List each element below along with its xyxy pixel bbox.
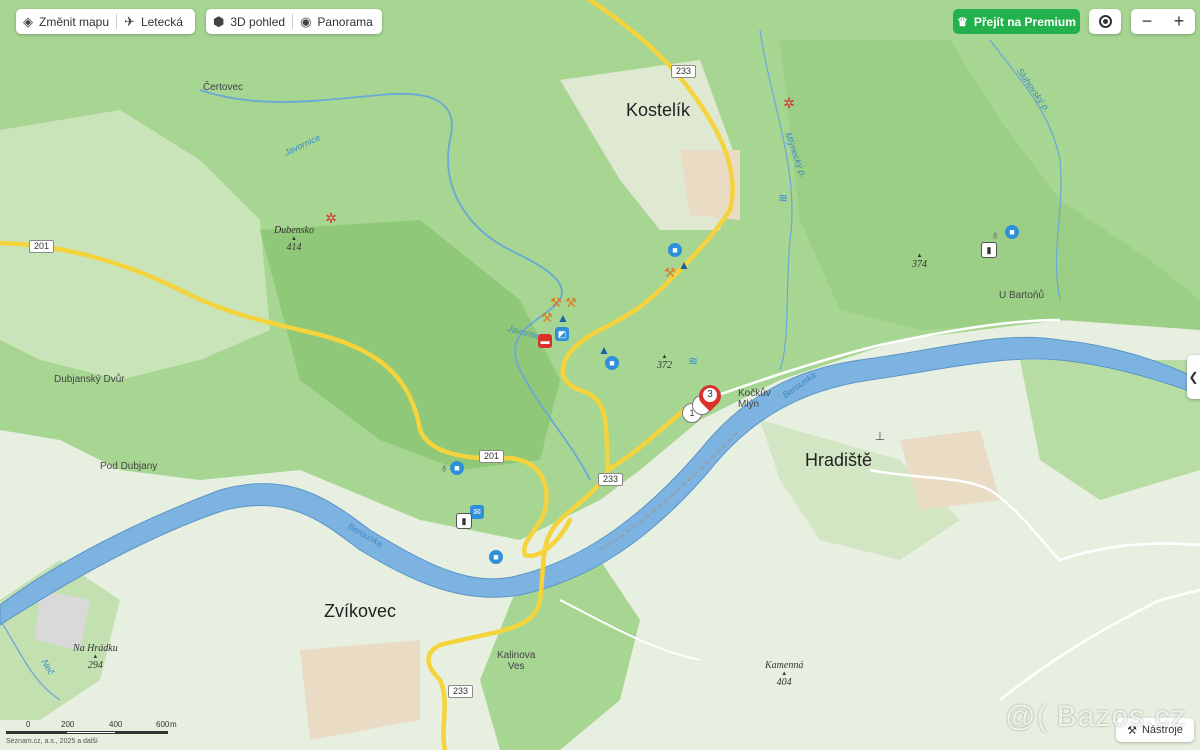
road-shield-201: 201 (479, 450, 505, 463)
bus-stop-icon[interactable]: ■ (450, 461, 464, 475)
memorial-icon[interactable]: ♁ (437, 461, 451, 475)
aerial-label: Letecká (140, 14, 183, 29)
scale-segment (116, 731, 168, 734)
peak-374: ▲ 374 (912, 253, 927, 270)
scale-tick-400: 400 (109, 720, 123, 729)
place-kostelik: Kostelík (626, 100, 691, 120)
place-pod-dubjany: Pod Dubjany (100, 461, 158, 472)
camp-icon[interactable]: ▲ (677, 258, 691, 272)
crown-icon: ♛ (957, 14, 968, 29)
mine-icon[interactable]: ⚒ (540, 310, 554, 325)
zoom-out-button[interactable]: − (1131, 9, 1163, 34)
field (35, 590, 90, 650)
road-shield-201: 201 (29, 240, 55, 253)
road-shield-233: 233 (448, 685, 474, 698)
scale-tick-0: 0 (26, 720, 31, 729)
place-kalinova-line2: Ves (507, 661, 525, 672)
mine-icon[interactable]: ⚒ (564, 295, 578, 310)
map-canvas[interactable]: Kostelík Hradiště Zvíkovec Čertovec Dubj… (0, 0, 1200, 750)
place-dubjansky-dvur: Dubjanský Dvůr (54, 374, 125, 385)
scale-segment (66, 731, 116, 734)
place-hradiste: Hradiště (805, 450, 873, 470)
panorama-label: Panorama (317, 14, 373, 29)
premium-button[interactable]: ♛ Přejít na Premium (953, 9, 1080, 34)
camp-icon[interactable]: ▲ (556, 311, 570, 325)
scale-tick-200: 200 (61, 720, 75, 729)
place-kockuv-mlyn-line1: Kočkův (738, 388, 771, 399)
change-map-label: Změnit mapu (39, 14, 110, 29)
peak-372-elevation: 372 (657, 360, 672, 371)
peak-374-elevation: 374 (912, 259, 927, 270)
bus-stop-icon[interactable]: ■ (489, 550, 503, 564)
viewpoint-icon[interactable]: ✲ (782, 95, 796, 111)
place-kockuv-mlyn: Kočkův Mlýn (738, 388, 771, 410)
road-shield-233: 233 (598, 473, 624, 486)
memorial-icon[interactable]: ♁ (988, 228, 1002, 242)
restaurant-icon[interactable]: ▬ (538, 334, 552, 348)
scale-tick-600: 600 (156, 720, 170, 729)
place-kockuv-mlyn-line2: Mlýn (738, 399, 760, 410)
peak-kamenna-name: Kamenná (765, 660, 804, 671)
viewpoint-icon[interactable]: ✲ (324, 210, 338, 226)
swimming-icon[interactable]: ≋ (686, 354, 700, 368)
place-kalinova-ves: Kalinova Ves (497, 650, 535, 672)
peak-na-hradku: Na Hrádku ▲ 294 (73, 643, 118, 671)
peak-dubensko-name: Dubensko (274, 225, 314, 236)
chapel-icon[interactable]: ▮ (981, 242, 997, 258)
map-base (0, 0, 1200, 750)
peak-kamenna: Kamenná ▲ 404 (765, 660, 803, 688)
place-zvikovec: Zvíkovec (324, 601, 397, 621)
mine-icon[interactable]: ⚒ (549, 295, 563, 310)
panorama-button[interactable]: ◉ Panorama (293, 9, 380, 34)
side-panel-toggle[interactable]: ❮ (1187, 355, 1200, 399)
cube-icon: ⬢ (213, 13, 225, 29)
location-target-button[interactable] (1089, 9, 1121, 34)
3d-view-label: 3D pohled (230, 14, 286, 29)
scale-unit: m (170, 720, 177, 729)
peak-na-hradku-name: Na Hrádku (73, 643, 118, 654)
marker-cluster[interactable]: 1 3 (682, 380, 726, 429)
post-office-icon[interactable]: ✉ (470, 505, 484, 519)
peak-372: ▲ 372 (657, 354, 672, 371)
bus-stop-icon[interactable]: ■ (605, 356, 619, 370)
shelter-icon[interactable]: ◩ (555, 327, 569, 341)
plane-icon: ✈ (124, 13, 135, 29)
swimming-icon[interactable]: ≋ (776, 191, 790, 205)
bus-stop-icon[interactable]: ■ (1005, 225, 1019, 239)
zoom-control: − + (1131, 9, 1195, 34)
mine-icon[interactable]: ⚒ (663, 265, 677, 280)
place-certovec: Čertovec (203, 82, 244, 93)
map-copyright: Seznam.cz, a.s., 2025 a další (6, 738, 98, 745)
location-target-icon (1098, 15, 1112, 28)
scale-bar: 0 200 400 600 m Seznam.cz, a.s., 2025 a … (6, 720, 177, 748)
change-map-button[interactable]: ◈ Změnit mapu (16, 9, 116, 34)
3d-view-button[interactable]: ⬢ 3D pohled (206, 9, 292, 34)
place-kalinova-line1: Kalinova (497, 650, 536, 661)
place-u-bartonu: U Bartoňů (999, 290, 1045, 301)
view-mode-toolbar: ⬢ 3D pohled ◉ Panorama (206, 9, 382, 34)
camp-icon[interactable]: ▲ (597, 343, 611, 357)
peak-dubensko-elevation: 414 (286, 242, 302, 253)
peak-dubensko: Dubensko ▲ 414 (274, 225, 314, 253)
chapel-icon[interactable]: ▮ (456, 513, 472, 529)
layers-icon: ◈ (23, 13, 33, 29)
eye-icon: ◉ (300, 13, 312, 29)
scale-segment (6, 731, 66, 734)
chevron-left-icon: ❮ (1188, 370, 1199, 384)
zoom-in-button[interactable]: + (1163, 9, 1195, 34)
road-shield-233: 233 (671, 65, 697, 78)
aerial-map-button[interactable]: ✈ Letecká (117, 9, 190, 34)
map-type-toolbar: ◈ Změnit mapu ✈ Letecká (16, 9, 195, 34)
premium-label: Přejít na Premium (973, 14, 1076, 29)
bus-stop-icon[interactable]: ■ (668, 243, 682, 257)
bazos-watermark: @( Bazos.cz (1005, 700, 1187, 733)
peak-na-hradku-elevation: 294 (87, 660, 103, 671)
marker-count: 3 (703, 388, 717, 402)
tower-icon[interactable]: ⊥ (873, 429, 887, 443)
peak-kamenna-elevation: 404 (776, 677, 792, 688)
